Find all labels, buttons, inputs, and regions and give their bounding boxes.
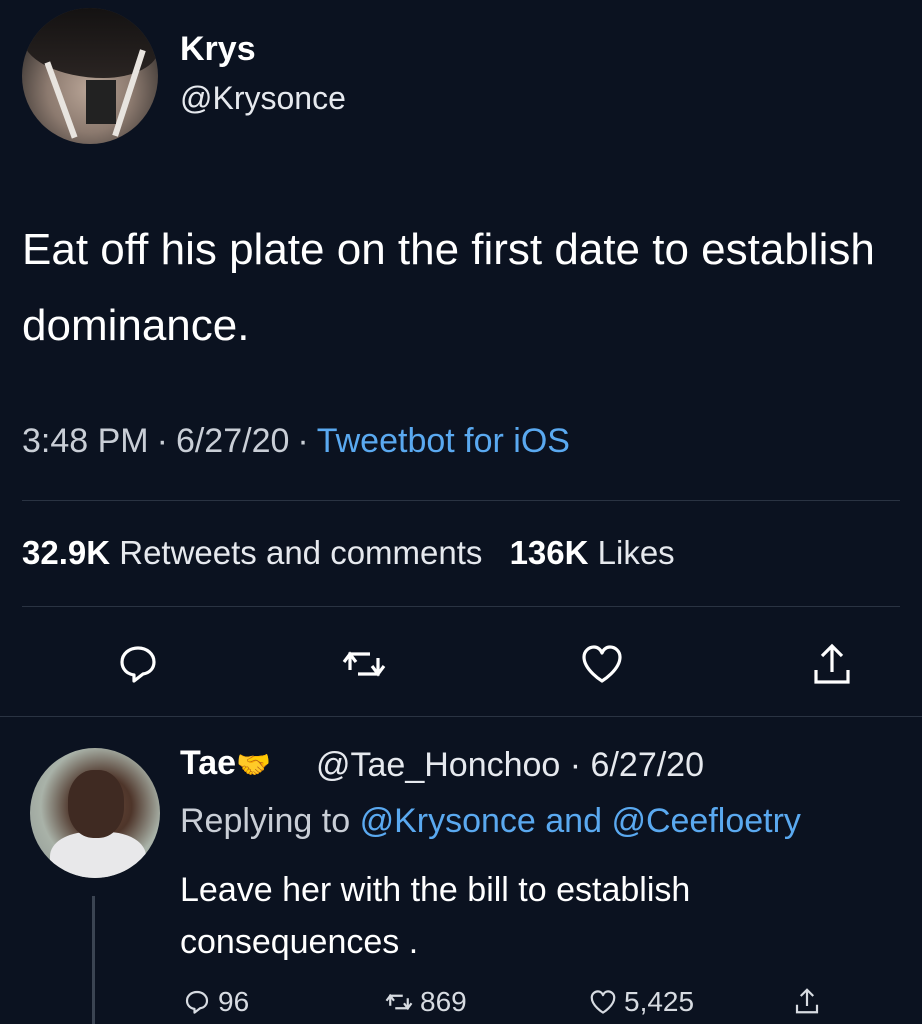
like-count: 5,425 — [624, 986, 695, 1017]
meta-separator: · — [156, 422, 168, 460]
share-icon — [814, 643, 850, 684]
meta-separator: · — [297, 422, 309, 460]
thread-line — [92, 896, 95, 1024]
reply-display-name[interactable]: Tae🤝 — [180, 744, 271, 783]
tweet-time: 3:48 PM — [22, 422, 149, 460]
reply-reply-button[interactable]: 96 — [182, 986, 249, 1018]
reply-tweet[interactable]: Tae🤝 @Tae_Honchoo · 6/27/20 Replying to … — [0, 716, 922, 1024]
retweet-count: 869 — [420, 986, 467, 1017]
reply-icon — [120, 646, 156, 683]
likes-label[interactable]: Likes — [598, 534, 675, 571]
retweets-count[interactable]: 32.9K — [22, 534, 110, 571]
share-icon — [795, 988, 819, 1014]
like-button[interactable] — [578, 640, 626, 688]
divider — [22, 606, 900, 607]
retweet-icon — [342, 651, 386, 677]
retweet-icon — [385, 993, 413, 1011]
replying-to: Replying to @Krysonce and @Ceefloetry — [180, 802, 801, 841]
handshake-icon: 🤝 — [236, 749, 271, 780]
reply-button[interactable] — [114, 640, 162, 688]
avatar-censor-block — [86, 80, 116, 124]
display-name[interactable]: Krys — [180, 30, 256, 69]
user-handle[interactable]: @Krysonce — [180, 80, 346, 117]
main-tweet: Krys @Krysonce Eat off his plate on the … — [0, 0, 922, 716]
replying-prefix: Replying to — [180, 802, 351, 840]
reply-icon — [185, 990, 209, 1014]
mention-link[interactable]: @Krysonce — [360, 802, 536, 840]
retweets-label[interactable]: Retweets and comments — [119, 534, 482, 571]
like-icon — [590, 990, 616, 1014]
reply-like-button[interactable]: 5,425 — [588, 986, 694, 1018]
mention-link[interactable]: @Ceefloetry — [611, 802, 800, 840]
tweet-text: Eat off his plate on the first date to e… — [22, 225, 875, 350]
reply-share-button[interactable] — [792, 986, 828, 1016]
tweet-date: 6/27/20 — [175, 422, 290, 460]
reply-count: 96 — [218, 986, 250, 1017]
tweet-stats: 32.9K Retweets and comments 136K Likes — [22, 534, 675, 572]
avatar-detail — [68, 770, 124, 838]
divider — [22, 500, 900, 501]
tweet-client-link[interactable]: Tweetbot for iOS — [317, 422, 570, 460]
reply-retweet-button[interactable]: 869 — [384, 986, 467, 1018]
avatar[interactable] — [22, 8, 158, 144]
mention-and: and — [545, 802, 602, 840]
share-button[interactable] — [808, 640, 856, 688]
reply-handle-date[interactable]: @Tae_Honchoo · 6/27/20 — [316, 746, 704, 785]
like-icon — [582, 645, 622, 683]
reply-avatar[interactable] — [30, 748, 160, 878]
likes-count[interactable]: 136K — [510, 534, 589, 571]
retweet-button[interactable] — [340, 640, 388, 688]
avatar-detail — [50, 832, 146, 878]
reply-name-text: Tae — [180, 744, 237, 782]
reply-text: Leave her with the bill to establish con… — [180, 871, 691, 961]
tweet-meta: 3:48 PM · 6/27/20 · Tweetbot for iOS — [22, 422, 570, 461]
